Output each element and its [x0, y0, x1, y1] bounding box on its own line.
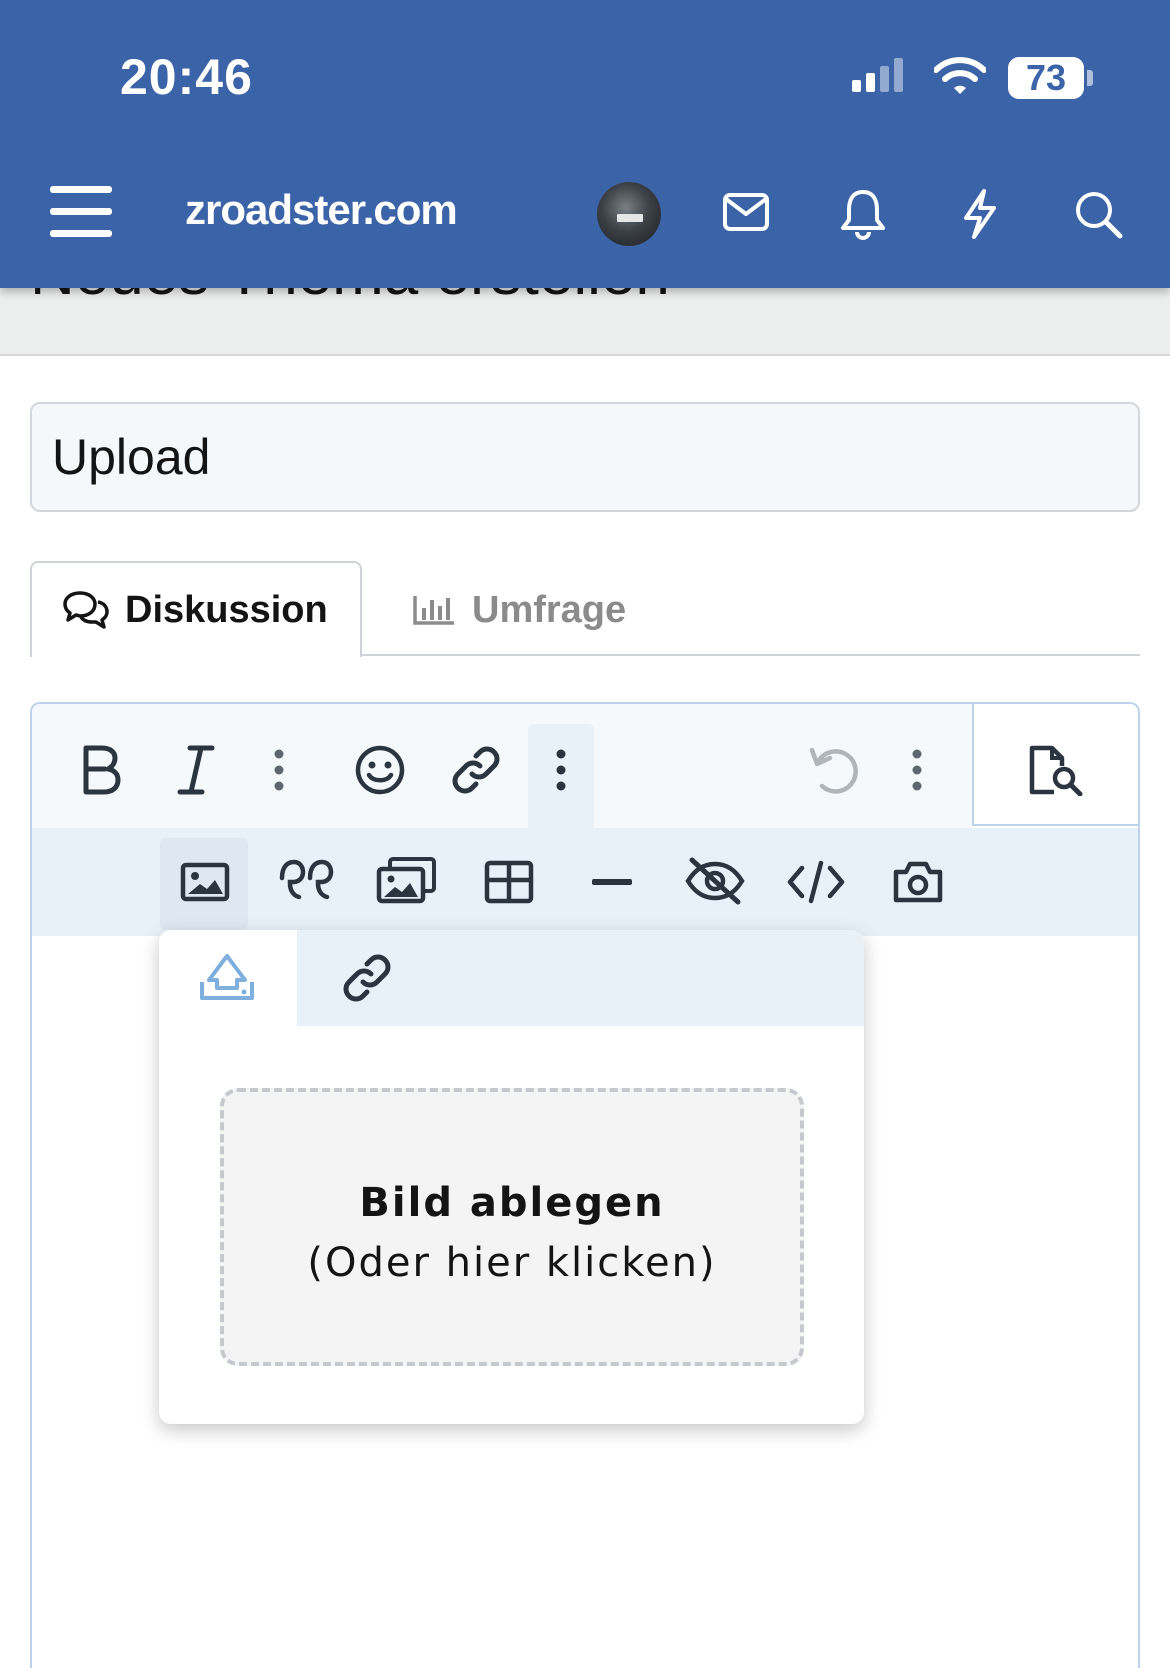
smiley-icon[interactable]: [354, 744, 406, 796]
wifi-icon: [933, 56, 987, 101]
bolt-icon[interactable]: [960, 188, 1000, 245]
bold-icon[interactable]: [80, 744, 122, 796]
battery-level: 73: [1025, 57, 1067, 98]
page: 20:46 73 zroadster.com Upload Diskussion…: [0, 0, 1170, 1668]
more-text-icon[interactable]: [272, 748, 286, 792]
tab-discussion-label: Diskussion: [125, 589, 328, 631]
tab-poll-label[interactable]: Umfrage: [472, 589, 626, 632]
image-dropzone[interactable]: Bild ablegen (Oder hier klicken): [220, 1088, 804, 1366]
avatar[interactable]: [597, 182, 661, 246]
upload-icon[interactable]: [199, 952, 255, 1007]
menu-icon[interactable]: [48, 184, 114, 245]
more-icon[interactable]: [910, 748, 924, 792]
italic-icon[interactable]: [176, 744, 216, 796]
undo-icon[interactable]: [808, 744, 858, 796]
chart-icon[interactable]: [412, 594, 456, 631]
code-icon[interactable]: [786, 860, 846, 904]
table-icon[interactable]: [484, 860, 534, 904]
app-header: 20:46 73 zroadster.com: [0, 0, 1170, 288]
spoiler-icon[interactable]: [684, 856, 746, 906]
battery-icon: 73: [1008, 57, 1084, 99]
horizontal-rule-icon[interactable]: [592, 878, 632, 886]
quote-icon[interactable]: [278, 858, 334, 904]
gallery-icon[interactable]: [376, 856, 438, 904]
comments-icon: [62, 590, 110, 635]
mail-icon[interactable]: [722, 192, 770, 237]
battery-nub: [1087, 70, 1093, 86]
image-icon[interactable]: [180, 862, 230, 902]
dropzone-subtitle: (Oder hier klicken): [307, 1240, 717, 1286]
link-icon[interactable]: [341, 952, 393, 1009]
site-logo[interactable]: zroadster.com: [185, 186, 458, 234]
cellular-signal-icon: [852, 58, 912, 99]
camera-icon[interactable]: [892, 860, 944, 904]
thread-title-input[interactable]: Upload: [30, 402, 1140, 512]
more-insert-icon[interactable]: [554, 748, 568, 792]
dropzone-title: Bild ablegen: [359, 1180, 665, 1226]
image-insert-popup: Bild ablegen (Oder hier klicken): [159, 930, 864, 1424]
preview-icon: [1028, 744, 1084, 796]
search-icon[interactable]: [1074, 190, 1124, 245]
bell-icon[interactable]: [840, 188, 886, 245]
status-time: 20:46: [120, 49, 253, 105]
link-icon[interactable]: [450, 744, 502, 796]
